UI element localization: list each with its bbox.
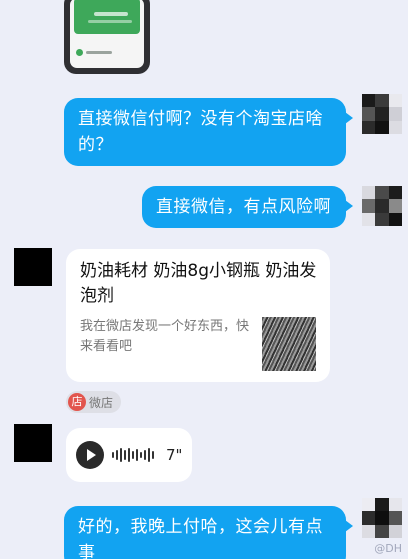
waveform-icon [112, 448, 154, 462]
image-message-thumbnail[interactable] [64, 0, 150, 74]
outgoing-message-bubble[interactable]: 直接微信，有点风险啊 [142, 186, 353, 228]
product-thumbnail [262, 317, 316, 371]
message-text: 直接微信付啊？没有个淘宝店啥的？ [78, 109, 323, 155]
shop-link-card[interactable]: 奶油耗材 奶油8g小钢瓶 奶油发泡剂 我在微店发现一个好东西，快来看看吧 [66, 249, 330, 382]
voice-duration: 7" [166, 446, 183, 464]
weidian-source-tag[interactable]: 店 微店 [66, 391, 122, 413]
self-avatar[interactable] [362, 186, 402, 226]
card-description: 我在微店发现一个好东西，快来看看吧 [80, 319, 250, 354]
self-avatar[interactable] [362, 94, 402, 134]
outgoing-message-bubble[interactable]: 直接微信付啊？没有个淘宝店啥的？ [64, 98, 353, 166]
self-avatar[interactable] [362, 498, 402, 538]
voice-message[interactable]: 7" [66, 428, 192, 482]
wechat-pay-screenshot-icon [70, 0, 144, 68]
outgoing-message-bubble[interactable]: 好的，我晚上付哈，这会儿有点事 [64, 506, 353, 559]
wechat-pay-logo-icon [76, 49, 112, 56]
chat-conversation: 直接微信付啊？没有个淘宝店啥的？ 直接微信，有点风险啊 奶油耗材 奶油8g小钢瓶… [0, 0, 408, 559]
payment-card [74, 0, 140, 34]
contact-avatar[interactable] [14, 248, 52, 286]
source-label: 微店 [89, 395, 114, 410]
watermark: @DH [374, 542, 402, 555]
contact-avatar[interactable] [14, 424, 52, 462]
shop-icon: 店 [68, 393, 86, 411]
card-title: 奶油耗材 奶油8g小钢瓶 奶油发泡剂 [80, 261, 317, 306]
play-icon[interactable] [76, 441, 104, 469]
message-text: 直接微信，有点风险啊 [156, 197, 331, 217]
message-text: 好的，我晚上付哈，这会儿有点事 [78, 517, 323, 559]
